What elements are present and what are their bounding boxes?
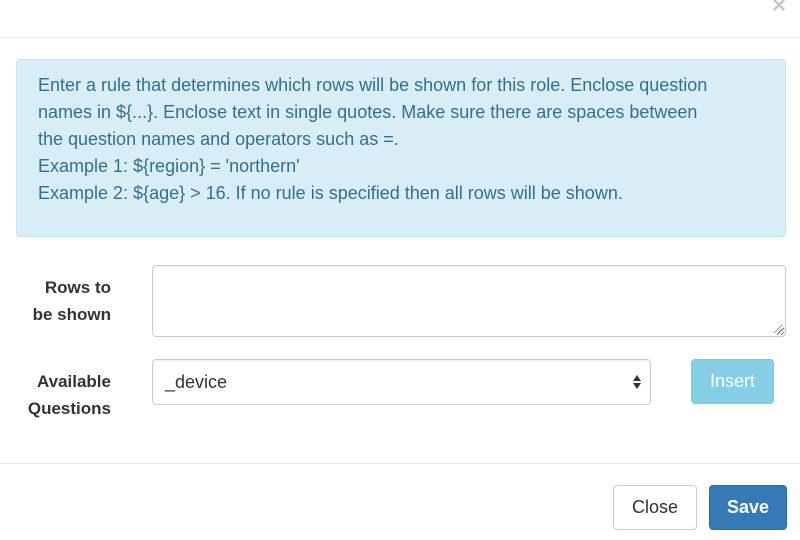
footer-divider: [0, 463, 800, 464]
select-value: _device: [165, 372, 228, 392]
available-questions-select[interactable]: _device: [152, 359, 651, 405]
insert-button[interactable]: Insert: [691, 359, 774, 404]
info-line: Example 1: ${region} = 'northern': [38, 156, 300, 176]
rows-rule-textarea[interactable]: [152, 265, 786, 337]
resize-grip-icon[interactable]: [772, 323, 782, 333]
info-line: Enter a rule that determines which rows …: [38, 75, 708, 95]
info-alert: Enter a rule that determines which rows …: [16, 59, 786, 237]
info-line: names in ${...}. Enclose text in single …: [38, 102, 698, 122]
info-line: Example 2: ${age} > 16. If no rule is sp…: [38, 183, 623, 203]
modal-header: ×: [0, 0, 800, 38]
save-button[interactable]: Save: [709, 485, 787, 530]
modal-dialog: × Enter a rule that determines which row…: [0, 0, 800, 540]
rows-to-be-shown-label: Rows to be shown: [32, 278, 111, 324]
close-button[interactable]: Close: [613, 485, 697, 530]
close-icon[interactable]: ×: [772, 0, 786, 18]
available-questions-label: Available Questions: [27, 372, 111, 418]
select-arrows-icon: [632, 360, 642, 404]
info-line: the question names and operators such as…: [38, 129, 399, 149]
